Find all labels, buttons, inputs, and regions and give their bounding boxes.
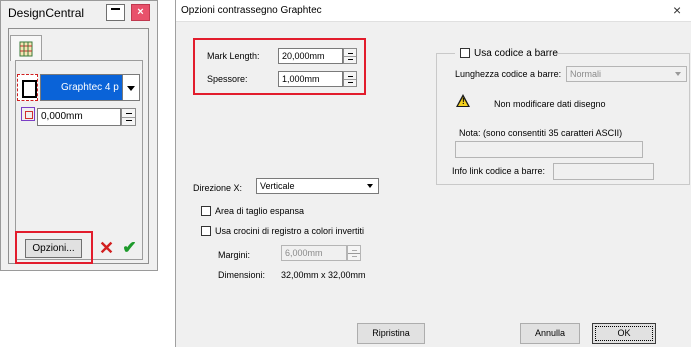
direction-select[interactable]: Verticale xyxy=(256,178,379,194)
offset-spinner[interactable] xyxy=(121,108,136,126)
cancel-x-icon[interactable]: ✕ xyxy=(98,238,115,258)
dimensions-label: Dimensioni: xyxy=(218,270,266,280)
dimensions-value: 32,00mm x 32,00mm xyxy=(281,270,366,280)
cancel-button[interactable]: Annulla xyxy=(520,323,580,344)
tab-palette[interactable] xyxy=(10,35,42,61)
inverted-marks-label: Usa crocini di registro a colori inverti… xyxy=(215,226,365,236)
offset-input[interactable]: 0,000mm xyxy=(37,108,121,126)
mark-length-label: Mark Length: xyxy=(207,51,260,61)
use-barcode-checkbox[interactable] xyxy=(460,48,470,58)
options-button[interactable]: Opzioni... xyxy=(25,239,82,258)
chevron-down-icon xyxy=(367,184,373,188)
direction-dropdown[interactable] xyxy=(364,179,378,193)
link-info-input[interactable] xyxy=(553,163,654,180)
reset-button[interactable]: Ripristina xyxy=(357,323,425,344)
margins-spinner[interactable] xyxy=(347,245,361,261)
thickness-input[interactable]: 1,000mm xyxy=(278,71,343,87)
barcode-length-select[interactable]: Normali xyxy=(566,66,687,82)
close-icon[interactable]: × xyxy=(131,4,150,21)
check-icon[interactable]: ✔ xyxy=(121,238,138,258)
offset-icon xyxy=(21,107,35,121)
registration-mark-icon[interactable] xyxy=(17,74,38,101)
expanded-cut-label: Area di taglio espansa xyxy=(215,206,305,216)
direction-label: Direzione X: xyxy=(193,183,243,193)
margins-input[interactable]: 6,000mm xyxy=(281,245,347,261)
expanded-cut-checkbox[interactable] xyxy=(201,206,211,216)
thickness-label: Spessore: xyxy=(207,74,248,84)
plotter-dropdown-button[interactable] xyxy=(122,74,140,101)
ok-button[interactable]: OK xyxy=(592,323,656,344)
minimize-icon[interactable] xyxy=(106,4,125,21)
design-central-title: DesignCentral xyxy=(8,6,85,20)
note-label: Nota: (sono consentiti 35 caratteri ASCI… xyxy=(459,128,623,138)
warning-text: Non modificare dati disegno xyxy=(494,99,606,109)
mark-length-spinner[interactable] xyxy=(343,48,357,64)
barcode-length-label: Lunghezza codice a barre: xyxy=(455,69,562,79)
mark-length-input[interactable]: 20,000mm xyxy=(278,48,343,64)
tab-palette-icon xyxy=(19,41,33,57)
thickness-spinner[interactable] xyxy=(343,71,357,87)
link-info-label: Info link codice a barre: xyxy=(452,166,546,176)
ok-button-label: OK xyxy=(595,326,653,341)
use-barcode-label: Usa codice a barre xyxy=(474,48,558,59)
chevron-down-icon xyxy=(675,72,681,76)
inverted-marks-checkbox[interactable] xyxy=(201,226,211,236)
dialog-close-icon[interactable]: × xyxy=(673,2,681,18)
dialog-title: Opzioni contrassegno Graphtec xyxy=(181,5,322,16)
chevron-down-icon xyxy=(127,86,135,91)
margins-label: Margini: xyxy=(218,250,251,260)
note-input[interactable] xyxy=(455,141,643,158)
barcode-length-dropdown[interactable] xyxy=(672,67,686,81)
